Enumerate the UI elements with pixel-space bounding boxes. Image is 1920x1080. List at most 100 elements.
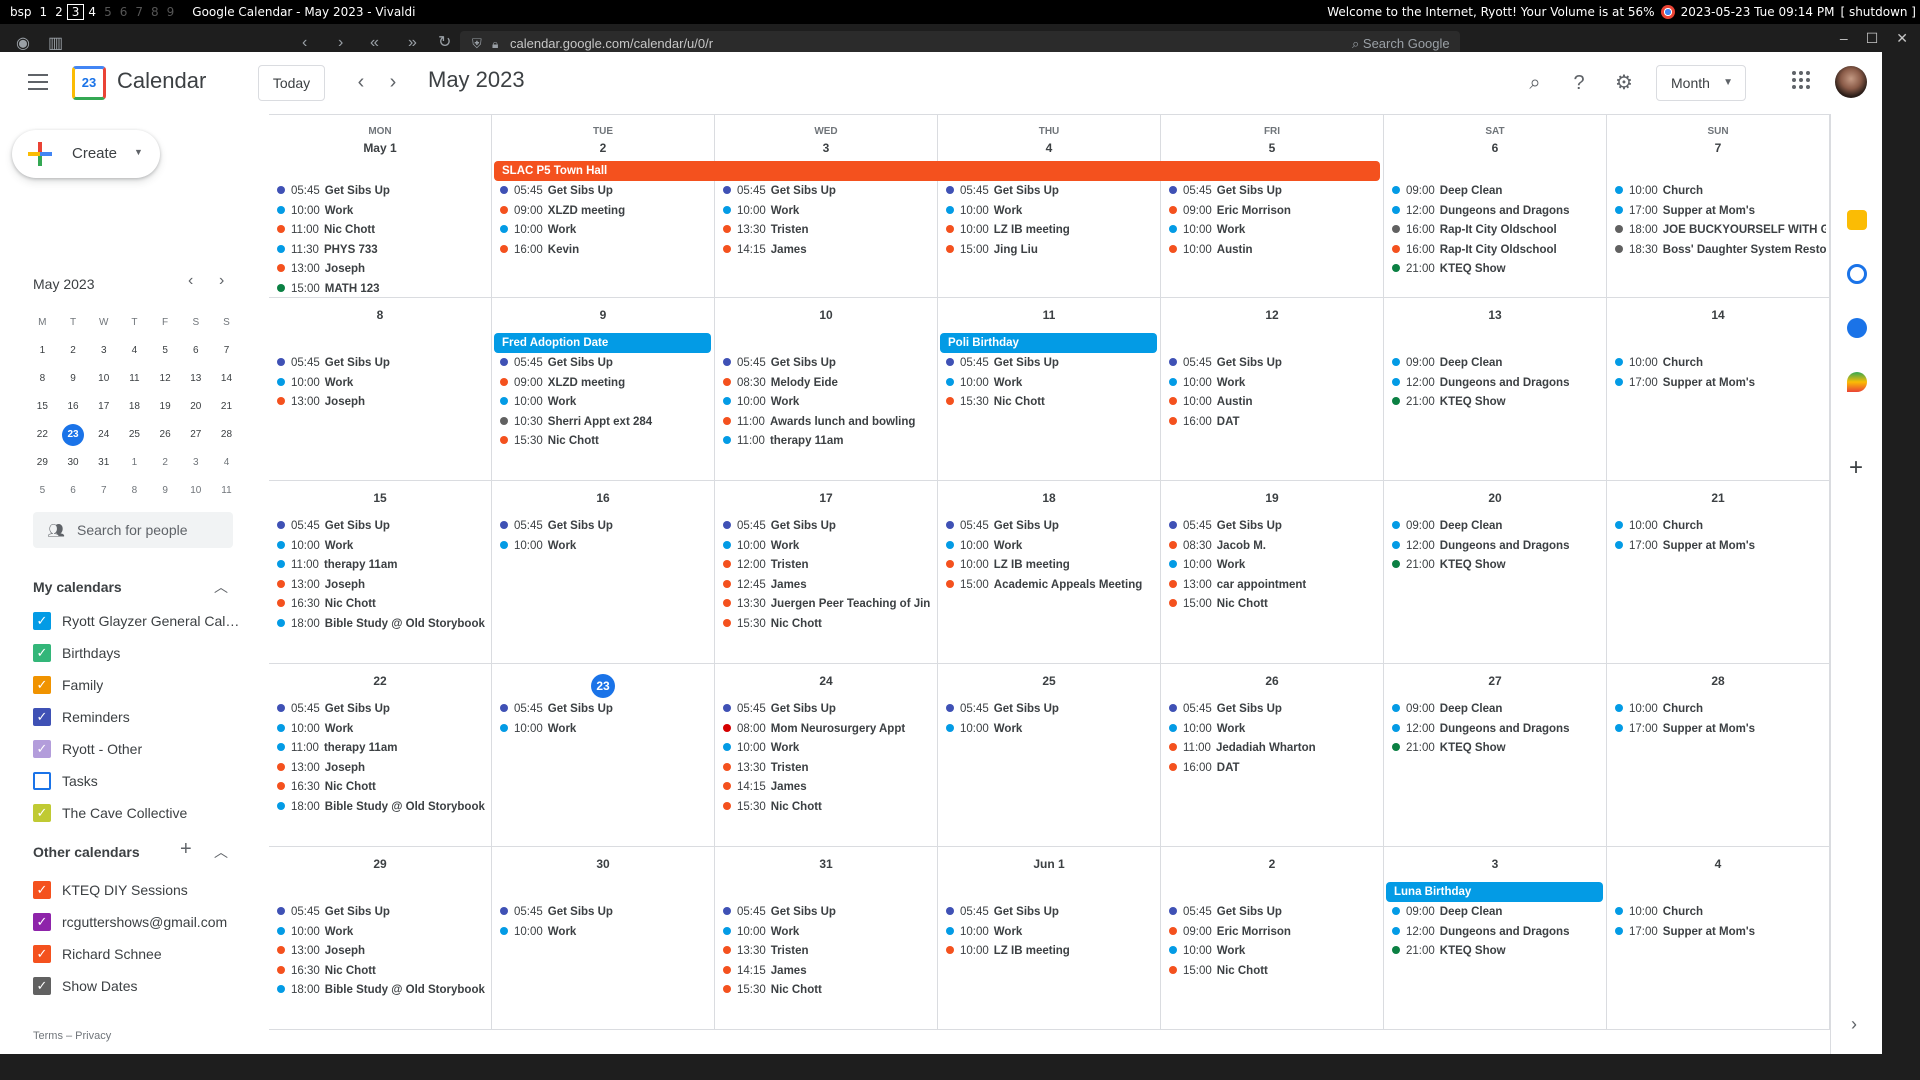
day-number[interactable]: 17 [715, 491, 937, 505]
event-chip[interactable]: 05:45 Get Sibs Up [723, 181, 934, 201]
mini-day[interactable]: 26 [150, 421, 181, 449]
event-chip[interactable]: 09:00 XLZD meeting [500, 373, 711, 393]
day-number[interactable]: 20 [1384, 491, 1606, 505]
day-number[interactable]: 9 [492, 308, 714, 322]
event-chip[interactable]: 05:45 Get Sibs Up [946, 353, 1157, 373]
day-number[interactable]: 2 [1161, 857, 1383, 871]
day-cell[interactable]: 27 09:00 Deep Clean 12:00 Dungeons and Drago… [1384, 664, 1607, 847]
day-cell[interactable]: Jun 1 05:45 Get Sibs Up 10:00 Work 10:00 LZ IB… [938, 847, 1161, 1030]
mini-day[interactable]: 20 [180, 393, 211, 421]
checkbox[interactable]: ✓ [33, 644, 51, 662]
day-cell[interactable]: 24 05:45 Get Sibs Up 08:00 Mom Neurosurgery … [715, 664, 938, 847]
event-chip[interactable]: 10:00 Work [723, 201, 934, 221]
event-chip[interactable]: 16:30 Nic Chott [277, 961, 488, 981]
day-number[interactable]: 23 [492, 674, 714, 698]
event-chip[interactable]: 15:00 Nic Chott [1169, 594, 1380, 614]
mini-day[interactable]: 10 [88, 365, 119, 393]
event-chip[interactable]: 15:00 Nic Chott [1169, 961, 1380, 981]
event-chip[interactable]: 17:00 Supper at Mom's [1615, 373, 1826, 393]
event-chip[interactable]: 09:00 Deep Clean [1392, 699, 1603, 719]
event-chip[interactable]: 21:00 KTEQ Show [1392, 555, 1603, 575]
event-chip[interactable]: 13:30 Tristen [723, 220, 934, 240]
event-chip[interactable]: 08:30 Jacob M. [1169, 536, 1380, 556]
checkbox[interactable]: ✓ [33, 804, 51, 822]
mini-day[interactable]: 5 [150, 337, 181, 365]
day-number[interactable]: 27 [1384, 674, 1606, 688]
day-number[interactable]: 4 [1607, 857, 1829, 871]
event-chip[interactable]: 05:45 Get Sibs Up [723, 353, 934, 373]
event-chip[interactable]: 10:00 Work [723, 738, 934, 758]
my-calendars-title[interactable]: My calendars [33, 579, 122, 595]
event-chip[interactable]: 13:00 Joseph [277, 575, 488, 595]
event-chip[interactable]: 11:00 Jedadiah Wharton [1169, 738, 1380, 758]
event-chip[interactable]: 10:00 Work [946, 922, 1157, 942]
event-chip[interactable]: 17:00 Supper at Mom's [1615, 536, 1826, 556]
day-cell[interactable]: 2 05:45 Get Sibs Up 09:00 Eric Morrison 10:00… [1161, 847, 1384, 1030]
get-add-ons-icon[interactable]: + [1849, 454, 1863, 482]
event-chip[interactable]: 05:45 Get Sibs Up [277, 699, 488, 719]
day-cell[interactable]: 4 10:00 Church 17:00 Supper at Mom's [1607, 847, 1830, 1030]
event-chip[interactable]: 21:00 KTEQ Show [1392, 941, 1603, 961]
checkbox[interactable]: ✓ [33, 945, 51, 963]
event-chip[interactable]: 05:45 Get Sibs Up [946, 902, 1157, 922]
shutdown-button[interactable]: [ shutdown ] [1840, 5, 1916, 19]
event-chip[interactable]: 10:00 Work [277, 201, 488, 221]
calendar-item[interactable]: ✓ Richard Schnee [33, 938, 243, 970]
vivaldi-menu-icon[interactable]: ◉ [16, 36, 30, 52]
mini-day[interactable]: 9 [58, 365, 89, 393]
event-chip[interactable]: 10:00 Work [723, 392, 934, 412]
event-chip[interactable]: 09:00 Deep Clean [1392, 181, 1603, 201]
calendar-item[interactable]: ✓ The Cave Collective [33, 797, 243, 829]
event-chip[interactable]: 21:00 KTEQ Show [1392, 738, 1603, 758]
calendar-item[interactable]: Tasks [33, 765, 243, 797]
day-cell[interactable]: SAT 6 09:00 Deep Clean 12:00 Dungeons and Dra… [1384, 115, 1607, 298]
event-chip[interactable]: 13:30 Tristen [723, 941, 934, 961]
event-chip[interactable]: 10:00 Work [946, 201, 1157, 221]
all-day-event[interactable]: Poli Birthday [940, 333, 1157, 353]
event-chip[interactable]: 10:00 Work [946, 719, 1157, 739]
calendar-item[interactable]: ✓ Ryott Glayzer General Cale... [33, 605, 243, 637]
event-chip[interactable]: 05:45 Get Sibs Up [500, 353, 711, 373]
event-chip[interactable]: 10:00 Work [946, 373, 1157, 393]
workspace-1[interactable]: 1 [36, 5, 52, 19]
event-chip[interactable]: 09:00 Deep Clean [1392, 516, 1603, 536]
event-chip[interactable]: 15:00 MATH 123 [277, 279, 488, 299]
event-chip[interactable]: 05:45 Get Sibs Up [277, 516, 488, 536]
checkbox[interactable]: ✓ [33, 881, 51, 899]
event-chip[interactable]: 05:45 Get Sibs Up [500, 181, 711, 201]
maximize-icon[interactable]: ☐ [1866, 30, 1879, 47]
event-chip[interactable]: 10:00 LZ IB meeting [946, 941, 1157, 961]
contacts-icon[interactable] [1847, 318, 1867, 338]
event-chip[interactable]: 10:00 Work [500, 922, 711, 942]
mini-day[interactable]: 2 [58, 337, 89, 365]
calendar-item[interactable]: ✓ KTEQ DIY Sessions [33, 874, 243, 906]
calendar-item[interactable]: ✓ rcguttershows@gmail.com [33, 906, 243, 938]
event-chip[interactable]: 15:30 Nic Chott [723, 797, 934, 817]
day-cell[interactable]: FRI 5 05:45 Get Sibs Up 09:00 Eric Morrison 10… [1161, 115, 1384, 298]
event-chip[interactable]: 05:45 Get Sibs Up [500, 516, 711, 536]
event-chip[interactable]: 05:45 Get Sibs Up [1169, 353, 1380, 373]
day-number[interactable]: 5 [1161, 141, 1383, 155]
mini-day[interactable]: 5 [27, 477, 58, 505]
workspace-4[interactable]: 4 [84, 5, 100, 19]
event-chip[interactable]: 10:00 Church [1615, 181, 1826, 201]
minimize-icon[interactable]: – [1840, 30, 1848, 47]
event-chip[interactable]: 18:00 JOE BUCKYOURSELF WITH G [1615, 220, 1826, 240]
event-chip[interactable]: 15:30 Nic Chott [723, 980, 934, 1000]
account-avatar[interactable] [1835, 66, 1867, 98]
mini-prev-icon[interactable]: ‹ [188, 272, 193, 290]
event-chip[interactable]: 16:00 DAT [1169, 412, 1380, 432]
workspace-5[interactable]: 5 [100, 5, 116, 19]
mini-day[interactable]: 7 [211, 337, 242, 365]
mini-day[interactable]: 4 [211, 449, 242, 477]
event-chip[interactable]: 11:00 therapy 11am [723, 431, 934, 451]
event-chip[interactable]: 05:45 Get Sibs Up [1169, 516, 1380, 536]
keep-icon[interactable] [1847, 210, 1867, 230]
event-chip[interactable]: 18:30 Boss' Daughter System Resto [1615, 240, 1826, 260]
calendar-item[interactable]: ✓ Family [33, 669, 243, 701]
event-chip[interactable]: 11:30 PHYS 733 [277, 240, 488, 260]
day-number[interactable]: 13 [1384, 308, 1606, 322]
day-cell[interactable]: 11 05:45 Get Sibs Up 10:00 Work 15:30 Nic Chot… [938, 298, 1161, 481]
event-chip[interactable]: 10:00 Austin [1169, 392, 1380, 412]
event-chip[interactable]: 10:30 Sherri Appt ext 284 [500, 412, 711, 432]
